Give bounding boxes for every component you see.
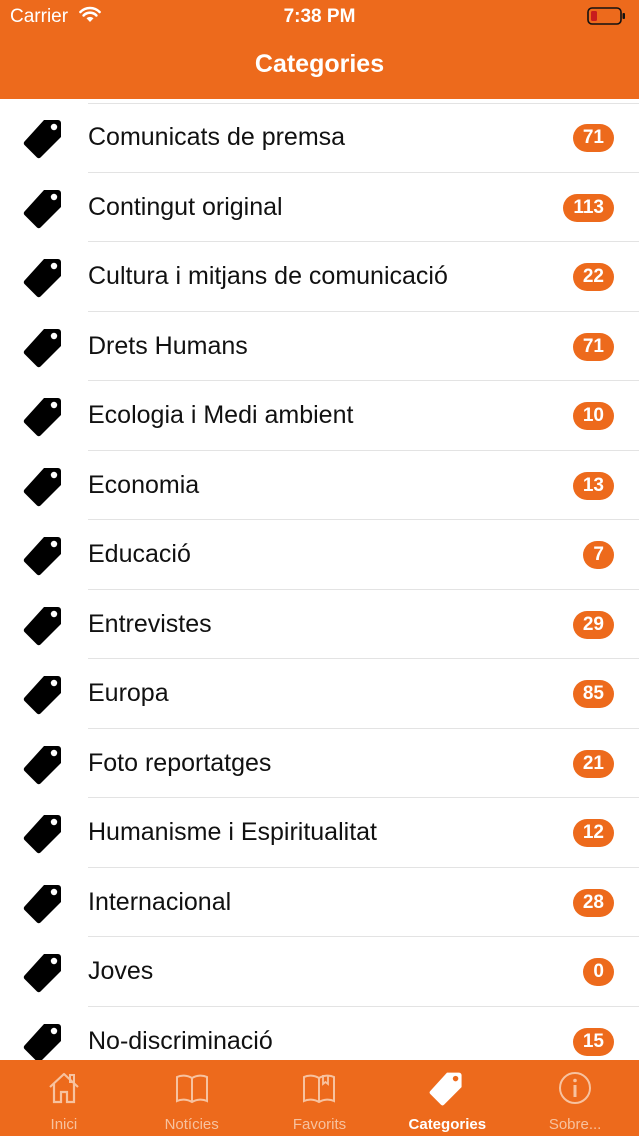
tag-icon bbox=[23, 326, 65, 368]
count-badge: 15 bbox=[572, 1027, 614, 1056]
category-label: Educació bbox=[88, 540, 191, 568]
tag-icon bbox=[429, 1072, 462, 1106]
tab-label: Categories bbox=[408, 1116, 487, 1133]
tag-icon bbox=[23, 465, 65, 507]
category-row[interactable]: Internacional 28 bbox=[0, 868, 639, 937]
count-badge: 13 bbox=[572, 471, 614, 500]
tab-sobre[interactable]: Sobre... bbox=[511, 1060, 639, 1136]
category-row[interactable]: Foto reportatges 21 bbox=[0, 729, 639, 798]
battery-icon bbox=[587, 7, 625, 25]
info-icon bbox=[559, 1072, 592, 1104]
category-label: Humanisme i Espiritualitat bbox=[88, 818, 377, 846]
bookmarked-book-icon bbox=[303, 1074, 336, 1104]
tab-inici[interactable]: Inici bbox=[0, 1060, 128, 1136]
category-label: Ecologia i Medi ambient bbox=[88, 401, 354, 429]
category-label: Comunicats de premsa bbox=[88, 123, 346, 151]
category-row[interactable]: Joves 0 bbox=[0, 937, 639, 1007]
category-label: Joves bbox=[88, 957, 154, 985]
count-badge: 22 bbox=[572, 263, 614, 291]
book-icon bbox=[175, 1074, 208, 1104]
category-row[interactable]: Entrevistes 29 bbox=[0, 590, 639, 659]
tab-bar: Inici Notícies Favorits Categories Sobre... bbox=[0, 1060, 639, 1136]
tab-categories[interactable]: Categories bbox=[383, 1060, 511, 1136]
tag-icon bbox=[23, 743, 65, 785]
count-badge: 85 bbox=[572, 680, 614, 708]
count-badge: 113 bbox=[563, 193, 614, 222]
category-row[interactable]: Humanisme i Espiritualitat 12 bbox=[0, 798, 639, 868]
tag-icon bbox=[23, 1021, 65, 1061]
tab-label: Notícies bbox=[164, 1116, 219, 1133]
tab-label: Sobre... bbox=[548, 1116, 602, 1133]
category-row[interactable]: Europa 85 bbox=[0, 659, 639, 729]
category-label: Cultura i mitjans de comunicació bbox=[88, 262, 448, 290]
category-row[interactable]: Contingut original 113 bbox=[0, 173, 639, 242]
category-row[interactable]: No-discriminació 15 bbox=[0, 1007, 639, 1061]
status-bar: Carrier 7:38 PM bbox=[0, 0, 639, 32]
tag-icon bbox=[23, 256, 65, 298]
tag-icon bbox=[23, 882, 65, 924]
category-label: Drets Humans bbox=[88, 331, 248, 360]
tag-icon bbox=[23, 117, 65, 159]
tab-favorits[interactable]: Favorits bbox=[256, 1060, 384, 1136]
tab-notcies[interactable]: Notícies bbox=[128, 1060, 256, 1136]
category-label: Internacional bbox=[88, 887, 232, 916]
category-row[interactable]: Educació 7 bbox=[0, 520, 639, 590]
tag-icon bbox=[23, 395, 65, 437]
count-badge: 12 bbox=[572, 819, 614, 847]
categories-list[interactable]: Comunicats de premsa 71 Contingut original… bbox=[0, 99, 639, 1060]
category-row[interactable]: Drets Humans 71 bbox=[0, 312, 639, 381]
count-badge: 10 bbox=[572, 402, 614, 430]
category-label: Contingut original bbox=[88, 192, 283, 221]
count-badge: 71 bbox=[572, 332, 614, 361]
category-label: Europa bbox=[88, 679, 169, 707]
tag-icon bbox=[23, 187, 65, 229]
count-badge: 21 bbox=[572, 749, 614, 778]
category-row[interactable]: Ecologia i Medi ambient 10 bbox=[0, 381, 639, 451]
count-badge: 7 bbox=[583, 541, 614, 569]
page-title: Categories bbox=[254, 50, 385, 78]
tag-icon bbox=[23, 534, 65, 576]
status-time: 7:38 PM bbox=[283, 6, 356, 27]
category-label: Entrevistes bbox=[88, 609, 212, 638]
tag-icon bbox=[23, 951, 65, 993]
count-badge: 28 bbox=[572, 888, 614, 917]
category-row[interactable]: Comunicats de premsa 71 bbox=[0, 103, 639, 173]
tab-label: Favorits bbox=[292, 1116, 347, 1133]
category-label: Economia bbox=[88, 470, 200, 499]
tag-icon bbox=[23, 812, 65, 854]
tag-icon bbox=[23, 673, 65, 715]
category-row[interactable]: Cultura i mitjans de comunicació 22 bbox=[0, 242, 639, 312]
category-label: Foto reportatges bbox=[88, 748, 272, 777]
tab-label: Inici bbox=[50, 1116, 78, 1133]
count-badge: 29 bbox=[572, 610, 614, 639]
count-badge: 71 bbox=[572, 124, 614, 152]
home-icon bbox=[49, 1072, 79, 1104]
category-row[interactable]: Economia 13 bbox=[0, 451, 639, 520]
category-label: No-discriminació bbox=[88, 1026, 273, 1055]
tag-icon bbox=[23, 604, 65, 646]
count-badge: 0 bbox=[583, 958, 614, 986]
navigation-header: Carrier 7:38 PM Categories bbox=[0, 0, 639, 99]
